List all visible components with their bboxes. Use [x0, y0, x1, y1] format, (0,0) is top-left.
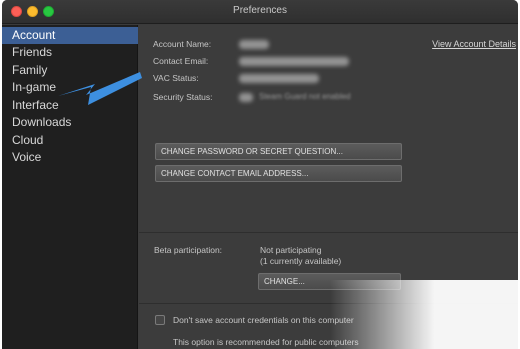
sidebar-item-voice[interactable]: Voice — [2, 149, 138, 166]
sidebar-item-account[interactable]: Account — [2, 27, 138, 44]
sidebar-item-interface[interactable]: Interface — [2, 97, 138, 114]
sidebar-item-friends[interactable]: Friends — [2, 44, 138, 61]
preferences-window: Preferences Account Friends Family In-ga… — [2, 0, 518, 349]
contact-email-value-redacted — [239, 57, 349, 66]
contact-email-label: Contact Email: — [153, 56, 209, 66]
beta-participation-label: Beta participation: — [154, 245, 223, 255]
account-name-value-redacted — [239, 40, 269, 49]
change-beta-button[interactable]: CHANGE... — [258, 273, 401, 290]
view-account-details-link[interactable]: View Account Details — [432, 39, 516, 49]
account-panel: Account Name: Contact Email: VAC Status:… — [139, 25, 518, 349]
beta-participation-value: Not participating — [260, 245, 322, 255]
sidebar-item-in-game[interactable]: In-game — [2, 79, 138, 96]
section-divider — [139, 303, 518, 304]
security-status-label: Security Status: — [153, 92, 213, 102]
change-password-button[interactable]: CHANGE PASSWORD OR SECRET QUESTION... — [155, 143, 402, 160]
vac-status-value-redacted — [239, 74, 319, 83]
preferences-sidebar: Account Friends Family In-game Interface… — [2, 25, 138, 349]
sidebar-item-family[interactable]: Family — [2, 62, 138, 79]
sidebar-item-cloud[interactable]: Cloud — [2, 132, 138, 149]
beta-available-count: (1 currently available) — [260, 256, 342, 266]
security-status-value: Steam Guard not enabled — [259, 92, 351, 101]
save-credentials-checkbox[interactable] — [155, 315, 165, 325]
public-computer-note: This option is recommended for public co… — [173, 337, 359, 347]
window-title: Preferences — [233, 5, 287, 16]
vac-status-label: VAC Status: — [153, 73, 199, 83]
title-bar: Preferences — [2, 0, 518, 24]
section-divider — [139, 232, 518, 233]
change-email-button[interactable]: CHANGE CONTACT EMAIL ADDRESS... — [155, 165, 402, 182]
account-name-label: Account Name: — [153, 39, 212, 49]
sidebar-item-downloads[interactable]: Downloads — [2, 114, 138, 131]
save-credentials-label: Don't save account credentials on this c… — [173, 315, 354, 325]
security-status-icon — [239, 93, 253, 102]
